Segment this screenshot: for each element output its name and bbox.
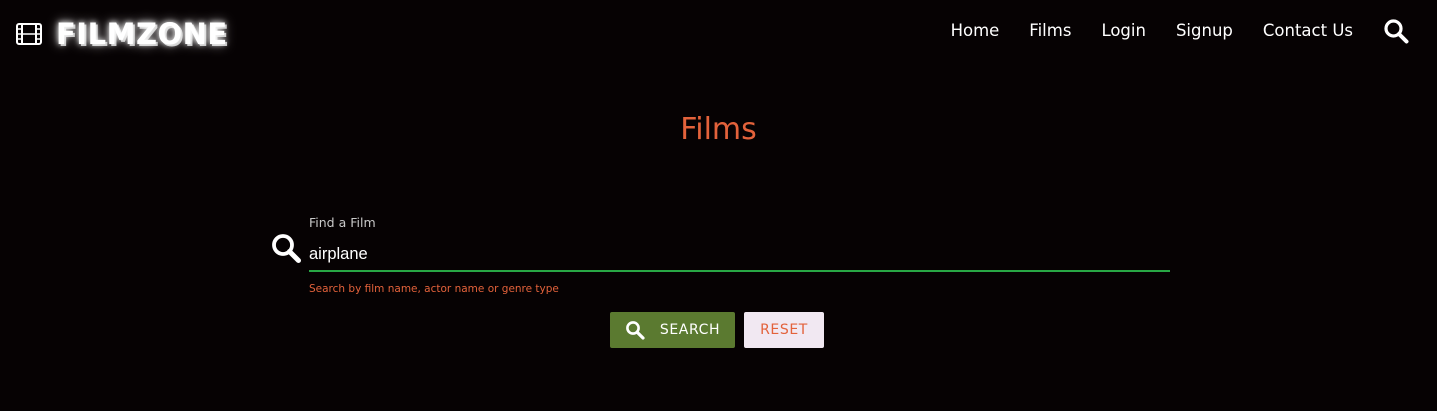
nav-link-films[interactable]: Films — [1029, 18, 1071, 44]
navbar: FILMZONE Home Films Login Signup Contact… — [0, 0, 1437, 64]
nav-link-home[interactable]: Home — [951, 18, 1000, 44]
search-help-text: Search by film name, actor name or genre… — [309, 283, 559, 295]
film-search-field: Find a Film — [270, 212, 1170, 276]
search-icon[interactable] — [1383, 18, 1409, 44]
search-button-label: SEARCH — [659, 322, 721, 338]
page-title: Films — [680, 112, 757, 147]
brand[interactable]: FILMZONE — [16, 14, 228, 54]
film-icon — [16, 23, 42, 45]
search-field-label: Find a Film — [309, 215, 376, 230]
brand-logo[interactable]: FILMZONE — [56, 17, 228, 51]
reset-button-label: RESET — [760, 322, 808, 338]
search-button[interactable]: SEARCH — [610, 312, 735, 348]
nav-links: Home Films Login Signup Contact Us — [921, 18, 1409, 44]
film-search-input[interactable] — [309, 238, 1170, 272]
search-icon — [625, 321, 645, 340]
nav-link-contact-us[interactable]: Contact Us — [1263, 18, 1353, 44]
nav-link-signup[interactable]: Signup — [1176, 18, 1233, 44]
reset-button[interactable]: RESET — [744, 312, 824, 348]
nav-link-login[interactable]: Login — [1101, 18, 1146, 44]
search-icon — [272, 234, 301, 263]
